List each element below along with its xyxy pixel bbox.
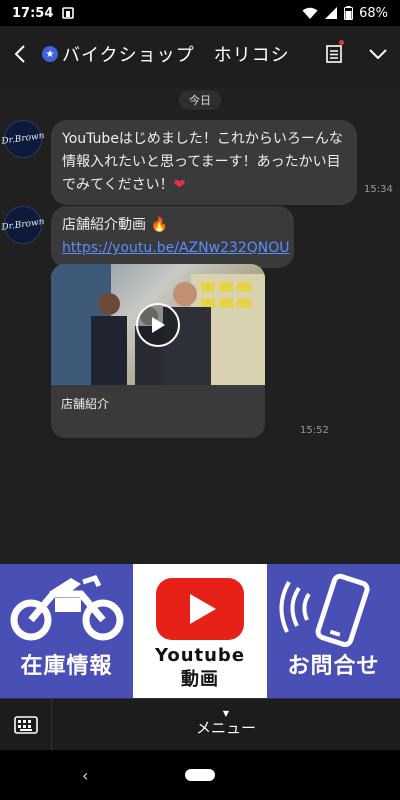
message-timestamp: 15:34	[364, 184, 393, 195]
rich-menu-toggle[interactable]: ▼ メニュー	[52, 709, 400, 738]
video-preview-card[interactable]: 店舗紹介	[51, 264, 265, 438]
avatar[interactable]: Dr.Brown	[1, 203, 45, 247]
video-thumbnail[interactable]	[51, 264, 265, 385]
caret-down-icon: ▼	[222, 709, 230, 718]
notes-icon	[326, 45, 342, 63]
chat-title: バイクショップ ホリコシ	[62, 45, 290, 66]
battery-icon	[344, 6, 354, 20]
nav-back-icon[interactable]: ‹	[82, 766, 88, 785]
status-bar: 17:54 68%	[0, 0, 400, 26]
official-account-badge-icon: ★	[42, 46, 58, 62]
rich-menu-inventory-button[interactable]: 在庫情報	[0, 564, 133, 698]
new-indicator-dot	[339, 40, 344, 45]
avatar[interactable]: Dr.Brown	[1, 117, 45, 161]
notification-icon	[61, 6, 75, 20]
wifi-icon	[302, 7, 318, 20]
play-button[interactable]	[136, 303, 180, 347]
message-text: 店舗紹介動画 🔥	[62, 217, 168, 233]
message-text: YouTubeはじめました！これからいろーんな情報入れたいと思ってまーす！あった…	[62, 131, 343, 193]
phone-icon	[279, 573, 370, 648]
rich-menu-youtube-label-line2: 動画	[181, 669, 219, 690]
message-timestamp: 15:52	[300, 425, 329, 436]
date-separator: 今日	[179, 90, 221, 110]
battery-percent: 68%	[359, 5, 388, 21]
expand-menu-button[interactable]	[356, 26, 400, 82]
rich-menu-youtube-label-line1: Youtube	[154, 645, 246, 666]
rich-menu-contact-label: お問合せ	[287, 654, 380, 679]
keyboard-toggle-button[interactable]	[0, 698, 52, 751]
clock: 17:54	[12, 5, 54, 21]
play-icon	[152, 317, 165, 333]
notes-button[interactable]	[312, 26, 356, 82]
chevron-left-icon	[14, 45, 25, 63]
menu-bar: ▼ メニュー	[0, 698, 400, 751]
chevron-down-icon	[369, 49, 387, 59]
signal-icon	[324, 6, 338, 20]
back-button[interactable]	[0, 26, 40, 82]
message-bubble[interactable]: 店舗紹介動画 🔥 https://youtu.be/AZNw232QNOU	[51, 206, 294, 268]
video-caption: 店舗紹介	[61, 397, 110, 411]
message-bubble[interactable]: YouTubeはじめました！これからいろーんな情報入れたいと思ってまーす！あった…	[51, 120, 357, 205]
rich-menu-inventory-label: 在庫情報	[20, 654, 113, 679]
youtube-link[interactable]: https://youtu.be/AZNw232QNOU	[62, 240, 290, 256]
chat-header: ★ バイクショップ ホリコシ	[0, 26, 400, 82]
rich-menu-contact-button[interactable]: お問合せ	[267, 564, 400, 698]
youtube-logo-icon	[156, 578, 244, 640]
heart-emoji-icon: ❤	[173, 177, 186, 193]
keyboard-icon	[13, 715, 38, 734]
rich-menu-toggle-label: メニュー	[195, 719, 256, 737]
nav-home-pill[interactable]	[185, 769, 215, 781]
rich-menu-youtube-button[interactable]: Youtube 動画	[133, 564, 267, 698]
motorcycle-icon	[10, 574, 123, 641]
system-nav-bar: ‹	[0, 750, 400, 800]
rich-menu: 在庫情報 Youtube 動画 お問合せ	[0, 564, 400, 698]
rich-menu-youtube-label: Youtube 動画	[133, 644, 267, 692]
